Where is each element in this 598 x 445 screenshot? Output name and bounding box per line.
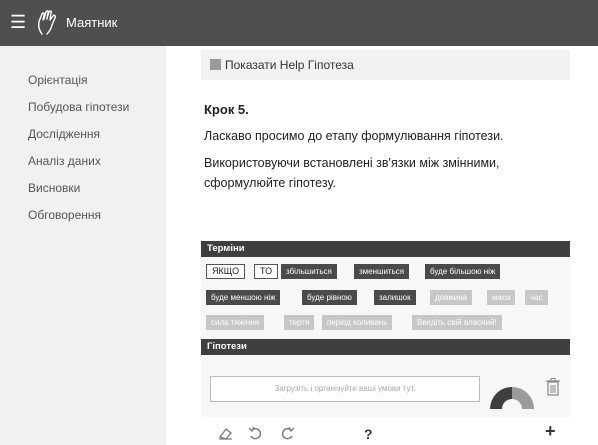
term-tag[interactable]: ТО [254,264,279,279]
step-instruction-line1: Використовуючи встановлені зв'язки між з… [204,156,500,170]
sidebar-item-data-analysis[interactable]: Аналіз даних [28,154,101,168]
help-checkbox[interactable] [210,59,221,70]
term-tag[interactable]: період коливань [322,315,393,330]
term-tag[interactable]: Введіть свій власний! [412,315,502,330]
app-title: Маятник [66,15,118,30]
hypothesis-drop-zone[interactable]: Загрузіть і організуйте ваші умови тут. [210,376,480,402]
sidebar-item-conclusions[interactable]: Висновки [28,181,80,195]
term-tag[interactable]: буде рівною [302,290,357,305]
term-tag[interactable]: маса [487,290,516,305]
sidebar-item-discussion[interactable]: Обговорення [28,208,101,222]
term-tag[interactable]: тертя [284,315,315,330]
undo-icon[interactable] [248,426,264,440]
term-tag[interactable]: збільшиться [281,264,337,279]
sidebar-item-orientation[interactable]: Орієнтація [28,73,88,87]
top-bar: ☰ Маятник [0,0,598,46]
step-intro: Ласкаво просимо до етапу формулювання гі… [204,129,504,143]
term-tag[interactable]: буде меншою ніж [206,290,281,305]
sidebar-item-hypothesis[interactable]: Побудова гіпотези [28,100,129,114]
help-toggle-bar[interactable]: Показати Help Гіпотеза [201,50,570,80]
help-toggle-label: Показати Help Гіпотеза [225,58,354,72]
help-question-icon[interactable]: ? [364,426,373,442]
hamburger-icon[interactable]: ☰ [10,12,26,32]
term-tag[interactable]: сила тяжіння [206,315,265,330]
add-icon[interactable]: + [545,422,556,440]
term-tag[interactable]: буде більшою ніж [425,264,501,279]
term-tag[interactable]: ЯКЩО [206,264,246,279]
step-title: Крок 5. [204,102,249,117]
hypotheses-header: Гіпотези [201,339,570,355]
term-tag[interactable]: залишок [374,290,416,305]
trash-icon[interactable] [545,377,561,397]
term-tag[interactable]: час [525,290,548,305]
redo-icon[interactable] [279,426,295,440]
sidebar: Орієнтація Побудова гіпотези Дослідження… [0,46,166,445]
hand-icon [37,10,56,35]
eraser-icon[interactable] [218,426,234,440]
terms-header: Терміни [201,241,570,257]
step-instruction-line2: сформулюйте гіпотезу. [204,176,336,190]
term-tag[interactable]: зменшиться [354,264,410,279]
sidebar-item-investigation[interactable]: Дослідження [28,127,100,141]
term-tag[interactable]: довжина [430,290,472,305]
hypothesis-avatar-icon [490,387,534,409]
